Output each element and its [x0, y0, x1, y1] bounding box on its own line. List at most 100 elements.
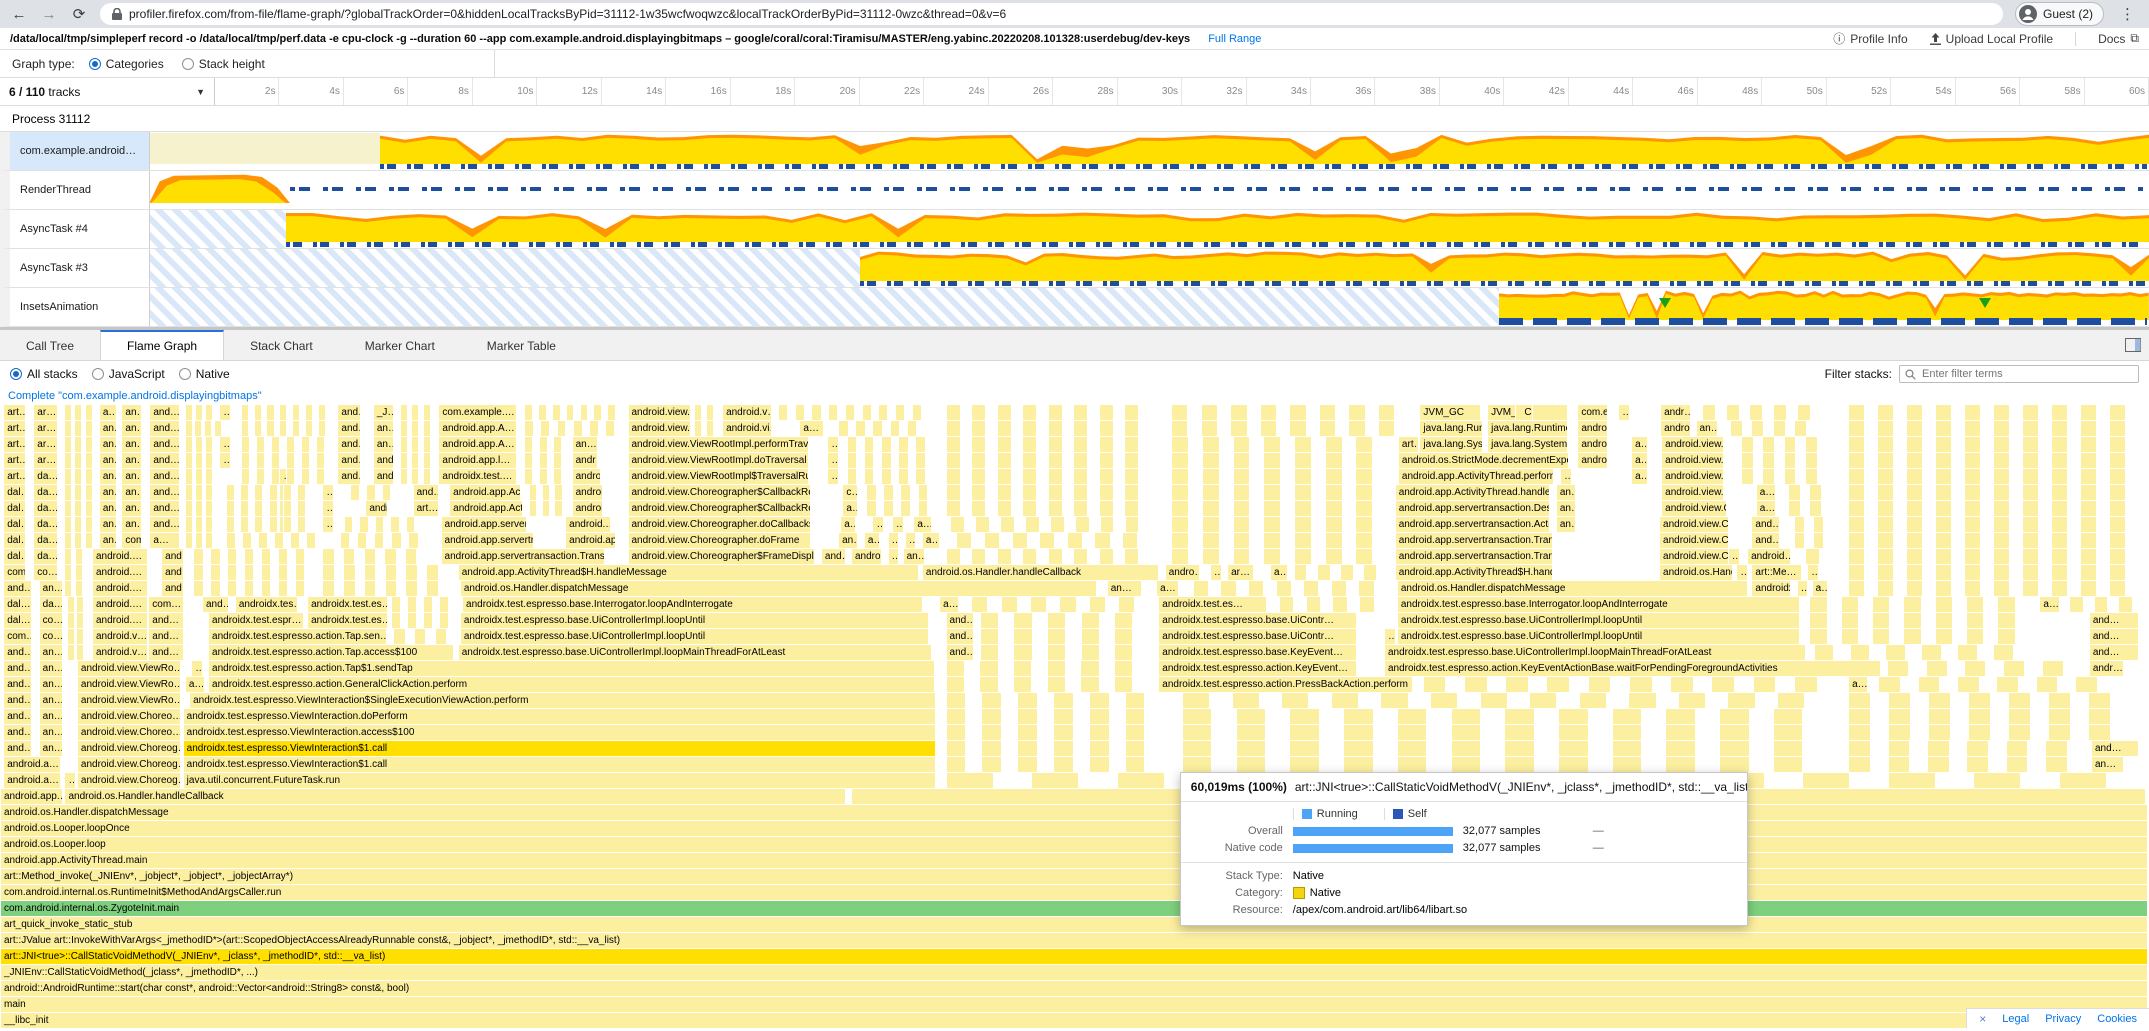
flame-cell-small[interactable] [1753, 677, 1776, 692]
flame-cell-small[interactable] [1906, 421, 1922, 436]
flame-cell-small[interactable] [85, 421, 92, 436]
flame-cell-small[interactable] [1325, 437, 1342, 452]
flame-cell-small[interactable] [1359, 597, 1374, 612]
flame-cell-small[interactable] [878, 405, 887, 420]
flame-cell-small[interactable] [1358, 581, 1373, 596]
process-header[interactable]: Process 31112 [0, 106, 2149, 132]
flame-cell-small[interactable] [1504, 757, 1534, 772]
flame-cell-small[interactable] [1073, 405, 1087, 420]
flame-cell-small[interactable] [74, 469, 81, 484]
flame-cell-small[interactable] [1964, 469, 1980, 484]
flame-cell-small[interactable] [1067, 533, 1082, 548]
flame-cell-small[interactable] [997, 549, 1011, 564]
flame-cell-small[interactable] [2080, 485, 2096, 500]
flame-cell-small[interactable] [1968, 709, 1990, 724]
flame-cell-small[interactable] [241, 405, 248, 420]
flame-cell-small[interactable] [706, 405, 713, 420]
flame-cell-small[interactable] [1903, 613, 1920, 628]
flame-cell-small[interactable] [1122, 533, 1137, 548]
flame-cell[interactable]: android.view.Choreographer.doFrame [628, 533, 811, 548]
flame-cell-small[interactable] [1263, 501, 1280, 516]
flame-cell-small[interactable] [76, 597, 83, 612]
flame-cell[interactable]: android.… [92, 613, 147, 628]
flame-cell-small[interactable] [1048, 469, 1062, 484]
flame-cell[interactable]: a… [913, 517, 930, 532]
flame-cell-small[interactable] [1702, 405, 1715, 420]
flame-cell-small[interactable] [1039, 533, 1054, 548]
flame-cell[interactable]: androidx.test.espresso.base.Interrogator… [462, 597, 922, 612]
flame-cell-small[interactable] [1805, 469, 1817, 484]
flame-cell-small[interactable] [1629, 677, 1652, 692]
flame-cell-small[interactable] [542, 485, 549, 500]
flame-cell-small[interactable] [1048, 453, 1062, 468]
flame-cell-small[interactable] [1279, 597, 1294, 612]
flame-cell-small[interactable] [971, 453, 985, 468]
flame-cell-small[interactable] [2109, 453, 2125, 468]
flame-cell-small[interactable] [1073, 453, 1087, 468]
flame-cell-small[interactable] [1906, 581, 1922, 596]
flame-cell-small[interactable] [2022, 565, 2038, 580]
flame-cell-small[interactable] [64, 485, 71, 500]
flame-cell-small[interactable] [1579, 693, 1606, 708]
flame-cell-small[interactable] [883, 501, 892, 516]
flame-cell-small[interactable] [971, 549, 985, 564]
flame-cell[interactable]: and… [149, 501, 179, 516]
flame-cell-small[interactable] [411, 437, 418, 452]
flame-cell-small[interactable] [286, 453, 294, 468]
flame-cell-small[interactable] [1114, 613, 1132, 628]
flame-cell-small[interactable] [1888, 773, 1935, 788]
flame-cell[interactable]: an… [1556, 501, 1575, 516]
flame-cell-small[interactable] [1048, 549, 1062, 564]
flame-cell-small[interactable] [1089, 597, 1105, 612]
flame-cell-small[interactable] [1762, 453, 1774, 468]
flame-cell[interactable]: andro… [572, 469, 600, 484]
profile-chip[interactable]: Guest (2) [2015, 2, 2104, 26]
flame-cell-small[interactable] [1233, 533, 1250, 548]
flame-cell-small[interactable] [74, 421, 81, 436]
flame-cell-small[interactable] [1872, 613, 1889, 628]
flame-cell-small[interactable] [1263, 453, 1280, 468]
flame-cell-small[interactable] [1201, 421, 1217, 436]
flame-cell-small[interactable] [295, 565, 304, 580]
flame-cell-small[interactable] [864, 453, 873, 468]
flame-cell-small[interactable] [1877, 469, 1893, 484]
flame-cell-small[interactable] [1294, 453, 1311, 468]
flame-cell-small[interactable] [382, 485, 391, 500]
flame-cell-small[interactable] [984, 533, 999, 548]
flame-cell[interactable]: and… [337, 437, 360, 452]
flame-cell-small[interactable] [1903, 597, 1920, 612]
flame-cell-small[interactable] [1073, 549, 1087, 564]
flame-cell-small[interactable] [1762, 437, 1774, 452]
flame-cell-small[interactable] [1047, 661, 1066, 676]
flame-cell[interactable]: dal… [3, 613, 31, 628]
flame-cell-small[interactable] [2109, 533, 2125, 548]
flame-cell-small[interactable] [1124, 405, 1138, 420]
flame-cell-small[interactable] [1973, 773, 2020, 788]
flame-cell-small[interactable] [1730, 421, 1742, 436]
flame-cell-small[interactable] [2080, 533, 2096, 548]
flame-cell-small[interactable] [2088, 709, 2110, 724]
flame-cell-small[interactable] [405, 549, 416, 564]
flame-cell[interactable]: androi… [572, 485, 602, 500]
flame-cell-small[interactable] [981, 693, 1001, 708]
flame-cell-small[interactable] [1966, 757, 1988, 772]
flame-cell-small[interactable] [385, 565, 396, 580]
flame-cell-small[interactable] [1797, 405, 1810, 420]
flame-cell[interactable]: an… [2091, 757, 2123, 772]
flame-cell-small[interactable] [1451, 757, 1481, 772]
flame-cell-small[interactable] [411, 469, 418, 484]
flame-cell[interactable]: art… [3, 405, 24, 420]
flame-cell-small[interactable] [589, 421, 598, 436]
flame-cell[interactable]: androidx.test.espresso.base.UiController… [460, 613, 928, 628]
flame-cell[interactable]: co… [33, 565, 57, 580]
flame-cell[interactable]: and… [337, 453, 360, 468]
flame-cell[interactable]: android.app.servertransaction.Transactio… [1395, 533, 1552, 548]
flame-cell[interactable]: and… [2089, 629, 2138, 644]
flame-cell[interactable]: an… [1107, 581, 1141, 596]
flame-cell-small[interactable] [946, 677, 965, 692]
flame-cell-small[interactable] [1319, 421, 1335, 436]
flame-cell[interactable]: com… [148, 597, 182, 612]
flame-cell-small[interactable] [241, 421, 248, 436]
flame-cell-small[interactable] [1260, 405, 1276, 420]
marker-arrow-icon[interactable] [1659, 298, 1671, 308]
